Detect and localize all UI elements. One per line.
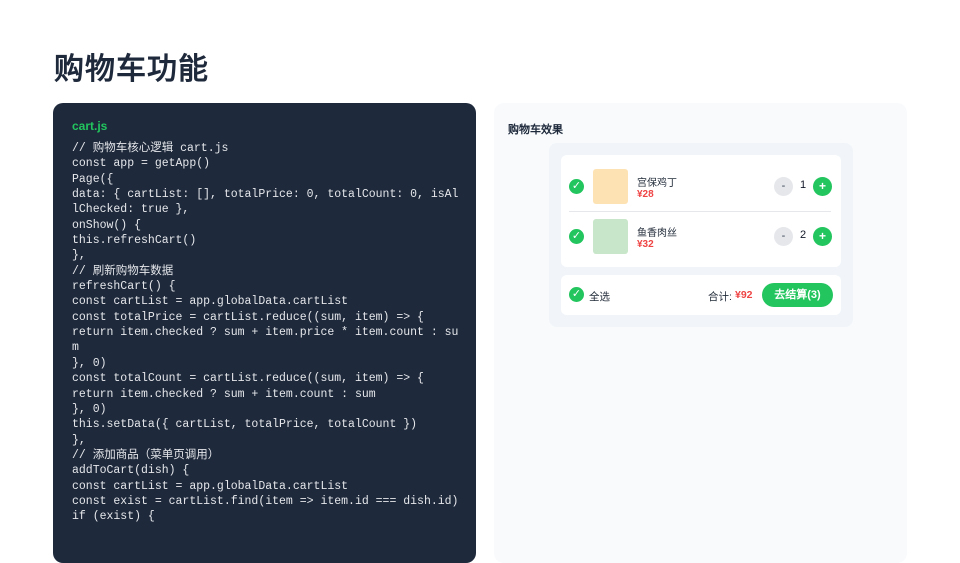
phone-mockup: ✓ 宫保鸡丁 ¥28 - 1 + ✓ 鱼香肉丝 ¥32 - 2 + ✓ 全选 合…	[549, 143, 853, 327]
code-line: return item.checked ? sum + item.price *…	[72, 326, 459, 355]
cart-list: ✓ 宫保鸡丁 ¥28 - 1 + ✓ 鱼香肉丝 ¥32 - 2 +	[561, 155, 841, 267]
code-line: onShow() {	[72, 218, 142, 232]
dish-thumbnail	[593, 219, 628, 254]
code-panel: cart.js // 购物车核心逻辑 cart.js const app = ge…	[53, 103, 476, 563]
item-quantity: 1	[799, 179, 807, 191]
total-price: ¥92	[735, 289, 753, 301]
code-line: // 添加商品（菜单页调用）	[72, 448, 220, 462]
code-line: Page({	[72, 172, 114, 186]
code-line: // 购物车核心逻辑 cart.js	[72, 142, 229, 155]
code-body: // 购物车核心逻辑 cart.js const app = getApp() Pa…	[72, 141, 462, 525]
total-label: 合计:	[708, 291, 732, 303]
code-line: if (exist) {	[72, 510, 155, 524]
code-line: this.setData({ cartList, totalPrice, tot…	[72, 418, 418, 432]
decrease-button[interactable]: -	[774, 177, 793, 196]
code-line: const app = getApp()	[72, 157, 211, 171]
decrease-button[interactable]: -	[774, 227, 793, 246]
cart-footer: ✓ 全选 合计: ¥92 去结算(3)	[561, 275, 841, 315]
code-filename: cart.js	[72, 119, 108, 133]
cart-item: ✓ 宫保鸡丁 ¥28 - 1 +	[561, 155, 841, 204]
item-price: ¥28	[637, 189, 654, 200]
code-line: const exist = cartList.find(item => item…	[72, 494, 459, 508]
code-line: this.refreshCart()	[72, 234, 197, 248]
item-price: ¥32	[637, 239, 654, 250]
dish-thumbnail	[593, 169, 628, 204]
increase-button[interactable]: +	[813, 227, 832, 246]
code-line: const cartList = app.globalData.cartList	[72, 479, 349, 493]
item-quantity: 2	[799, 229, 807, 241]
code-line: },	[72, 249, 86, 263]
cart-item: ✓ 鱼香肉丝 ¥32 - 2 +	[561, 205, 841, 254]
item-name: 宫保鸡丁	[637, 178, 677, 189]
code-line: const totalCount = cartList.reduce((sum,…	[72, 372, 424, 386]
code-line: return item.checked ? sum + item.count :…	[72, 387, 376, 401]
code-line: }, 0)	[72, 356, 107, 370]
page-title: 购物车功能	[54, 52, 209, 87]
item-name: 鱼香肉丝	[637, 228, 677, 239]
code-line: data: { cartList: [], totalPrice: 0, tot…	[72, 188, 459, 217]
code-line: },	[72, 433, 86, 447]
code-line: const totalPrice = cartList.reduce((sum,…	[72, 310, 424, 324]
code-line: const cartList = app.globalData.cartList	[72, 295, 349, 309]
code-line: }, 0)	[72, 402, 107, 416]
select-all-label[interactable]: 全选	[589, 289, 610, 304]
code-line: addToCart(dish) {	[72, 464, 190, 478]
checkout-button[interactable]: 去结算(3)	[762, 283, 833, 307]
cart-preview-panel: 购物车效果 ✓ 宫保鸡丁 ¥28 - 1 + ✓ 鱼香肉丝 ¥32 - 2 +	[494, 103, 907, 563]
code-line: refreshCart() {	[72, 280, 176, 294]
preview-title: 购物车效果	[508, 124, 563, 136]
item-checkbox-icon[interactable]: ✓	[569, 179, 584, 194]
increase-button[interactable]: +	[813, 177, 832, 196]
item-checkbox-icon[interactable]: ✓	[569, 229, 584, 244]
select-all-checkbox-icon[interactable]: ✓	[569, 287, 584, 302]
code-line: // 刷新购物车数据	[72, 264, 174, 278]
